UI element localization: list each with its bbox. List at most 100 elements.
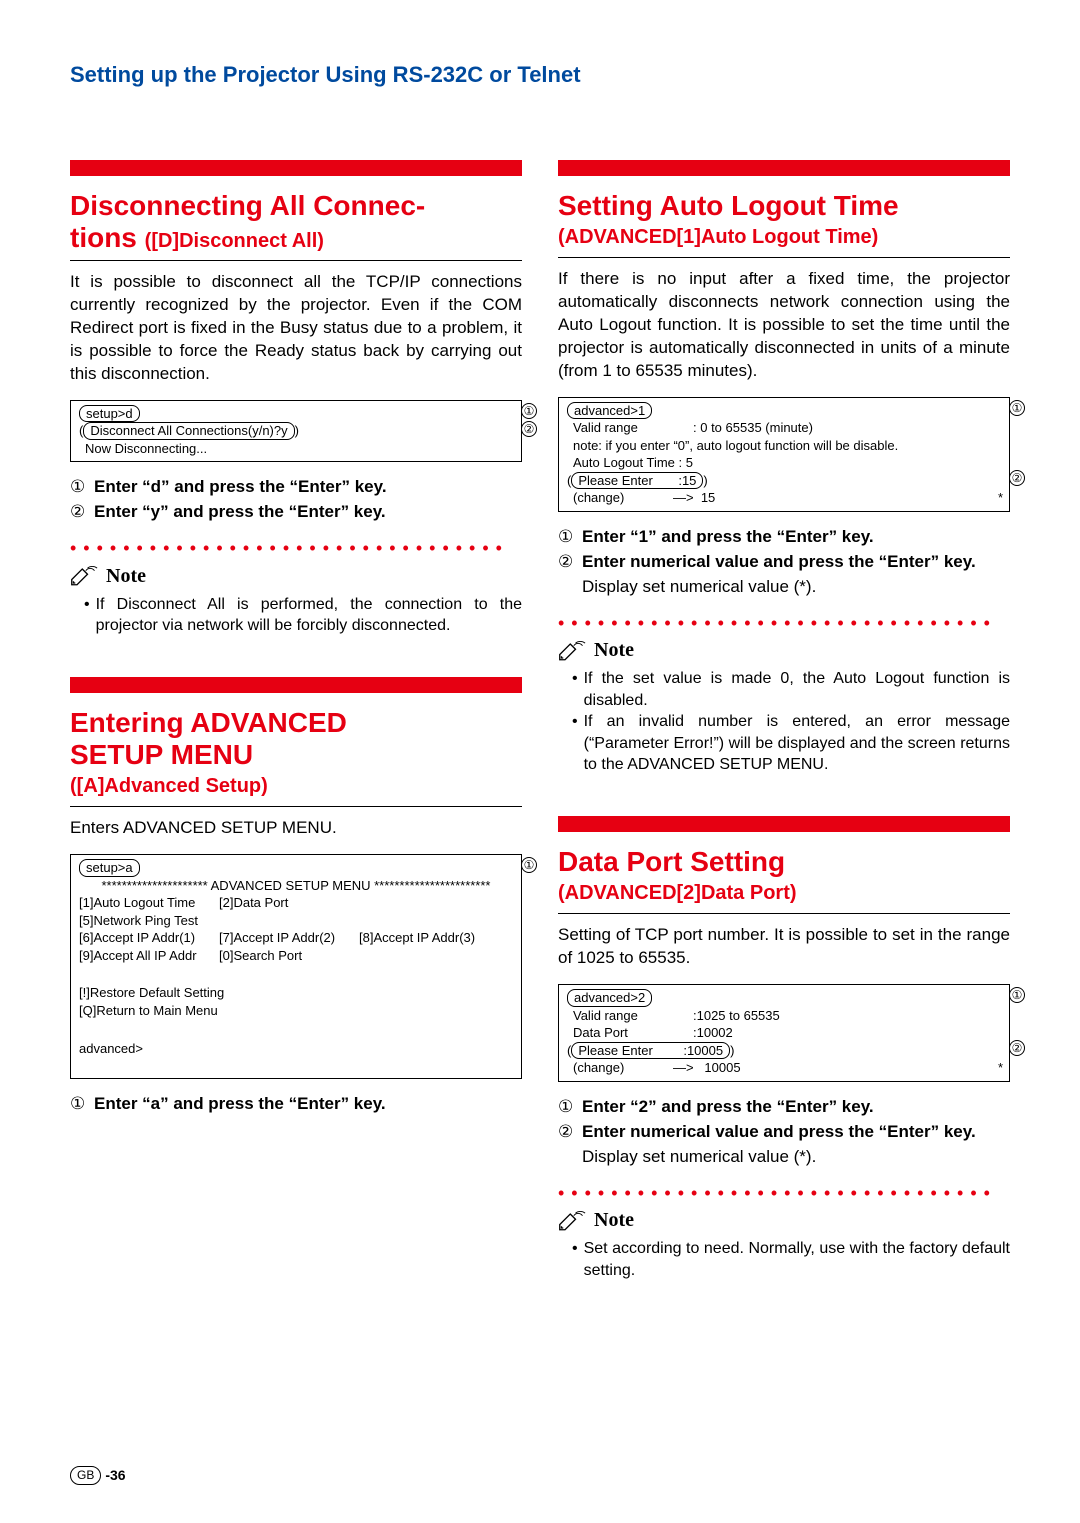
term-input: setup>a	[79, 859, 140, 877]
step-text: Enter “a” and press the “Enter” key.	[94, 1093, 522, 1116]
callout-1-icon: ①	[1009, 987, 1025, 1003]
steps: ①Enter “a” and press the “Enter” key.	[70, 1093, 522, 1116]
step-text: Display set numerical value (*).	[582, 576, 1010, 599]
menu-item: [9]Accept All IP Addr	[79, 947, 219, 965]
asterisk-icon: *	[998, 489, 1003, 507]
step-number-icon: ②	[70, 501, 88, 524]
section-body: If there is no input after a fixed time,…	[558, 268, 1010, 383]
red-bar	[70, 677, 522, 693]
term-value: —> 10005	[673, 1060, 741, 1075]
section-body: Enters ADVANCED SETUP MENU.	[70, 817, 522, 840]
term-label: (change)	[573, 489, 673, 507]
red-bar	[558, 816, 1010, 832]
step-number-icon: ②	[558, 551, 576, 574]
term-value: —> 15	[673, 490, 715, 505]
dot-separator: •••••••••••••••••••••••••••••••••	[558, 1181, 1010, 1205]
page-number: -36	[105, 1466, 125, 1485]
term-input: Please Enter:15	[571, 472, 703, 490]
menu-item: [8]Accept IP Addr(3)	[359, 930, 475, 945]
term-input: advanced>1	[567, 402, 652, 420]
note-label: Note	[594, 1207, 634, 1234]
section-subtitle: ([D]Disconnect All)	[145, 230, 324, 252]
terminal-auto-logout: advanced>1 ① Valid range: 0 to 65535 (mi…	[558, 397, 1010, 512]
term-output: ********************* ADVANCED SETUP MEN…	[79, 877, 513, 895]
section-body: Setting of TCP port number. It is possib…	[558, 924, 1010, 970]
term-value: : 0 to 65535 (minute)	[693, 420, 813, 435]
step-text: Enter numerical value and press the “Ent…	[582, 551, 1010, 574]
term-input: advanced>2	[567, 989, 652, 1007]
step-text: Enter “d” and press the “Enter” key.	[94, 476, 522, 499]
note-body: Set according to need. Normally, use wit…	[558, 1238, 1010, 1281]
callout-1-icon: ①	[521, 857, 537, 873]
red-bar	[70, 160, 522, 176]
steps: ① Enter “d” and press the “Enter” key. ②E…	[70, 476, 522, 524]
step-text: Enter “2” and press the “Enter” key.	[582, 1096, 1010, 1119]
dot-separator: •••••••••••••••••••••••••••••••••	[70, 536, 522, 560]
menu-item: [5]Network Ping Test	[79, 912, 513, 930]
term-input: Please Enter:10005	[571, 1042, 730, 1060]
step-number-icon: ①	[558, 1096, 576, 1119]
terminal-advanced-menu: setup>a ① ********************* ADVANCED…	[70, 854, 522, 1079]
note-text: If the set value is made 0, the Auto Log…	[584, 668, 1010, 711]
term-output: note: if you enter “0”, auto logout func…	[567, 437, 1001, 455]
section-subtitle: ([A]Advanced Setup)	[70, 773, 522, 800]
note-heading: Note	[558, 637, 1010, 664]
menu-item: [1]Auto Logout Time	[79, 894, 219, 912]
section-advanced-setup: Entering ADVANCED SETUP MENU ([A]Advance…	[70, 677, 522, 1116]
title-line: Entering ADVANCED	[70, 707, 347, 738]
step-number-icon: ①	[70, 476, 88, 499]
terminal-data-port: advanced>2 ① Valid range:1025 to 65535 D…	[558, 984, 1010, 1082]
gb-badge: GB	[70, 1466, 101, 1484]
section-title: Data Port Setting	[558, 846, 1010, 878]
callout-2-icon: ②	[521, 421, 537, 437]
note-label: Note	[106, 563, 146, 590]
term-input: setup>d	[79, 405, 140, 423]
steps: ①Enter “1” and press the “Enter” key. ②E…	[558, 526, 1010, 599]
asterisk-icon: *	[998, 1059, 1003, 1077]
term-label: (change)	[573, 1059, 673, 1077]
step-number-icon: ①	[558, 526, 576, 549]
note-text: Set according to need. Normally, use wit…	[584, 1238, 1010, 1281]
pencil-icon	[70, 565, 98, 587]
title-line: SETUP MENU	[70, 739, 253, 770]
step-text: Enter numerical value and press the “Ent…	[582, 1121, 1010, 1144]
note-label: Note	[594, 637, 634, 664]
section-subtitle: (ADVANCED[1]Auto Logout Time)	[558, 224, 1010, 251]
note-body: If Disconnect All is performed, the conn…	[70, 594, 522, 637]
callout-1-icon: ①	[1009, 400, 1025, 416]
term-value: :10002	[693, 1025, 733, 1040]
rule	[558, 257, 1010, 258]
left-column: Disconnecting All Connec-tions ([D]Disco…	[70, 160, 522, 1322]
note-text: If an invalid number is entered, an erro…	[584, 711, 1010, 776]
callout-2-icon: ②	[1009, 470, 1025, 486]
section-body: It is possible to disconnect all the TCP…	[70, 271, 522, 386]
section-auto-logout: Setting Auto Logout Time (ADVANCED[1]Aut…	[558, 160, 1010, 776]
note-body: If the set value is made 0, the Auto Log…	[558, 668, 1010, 776]
rule	[70, 260, 522, 261]
section-title: Entering ADVANCED SETUP MENU	[70, 707, 522, 771]
step-text: Enter “y” and press the “Enter” key.	[94, 501, 522, 524]
term-label: Valid range	[573, 1007, 693, 1025]
menu-item: [!]Restore Default Setting	[79, 984, 513, 1002]
term-output: Now Disconnecting...	[79, 440, 513, 458]
section-title: Disconnecting All Connec-tions ([D]Disco…	[70, 190, 522, 254]
section-data-port: Data Port Setting (ADVANCED[2]Data Port)…	[558, 816, 1010, 1281]
term-output: Auto Logout Time : 5	[567, 454, 1001, 472]
pencil-icon	[558, 640, 586, 662]
callout-1-icon: ①	[521, 403, 537, 419]
pencil-icon	[558, 1210, 586, 1232]
right-column: Setting Auto Logout Time (ADVANCED[1]Aut…	[558, 160, 1010, 1322]
term-prompt: advanced>	[79, 1040, 513, 1058]
note-text: If Disconnect All is performed, the conn…	[96, 594, 522, 637]
note-heading: Note	[558, 1207, 1010, 1234]
term-value: :1025 to 65535	[693, 1008, 780, 1023]
dot-separator: •••••••••••••••••••••••••••••••••	[558, 611, 1010, 635]
red-bar	[558, 160, 1010, 176]
step-text: Display set numerical value (*).	[582, 1146, 1010, 1169]
term-label: Valid range	[573, 419, 693, 437]
steps: ①Enter “2” and press the “Enter” key. ②E…	[558, 1096, 1010, 1169]
note-heading: Note	[70, 563, 522, 590]
term-input: Disconnect All Connections(y/n)?y	[83, 422, 294, 440]
rule	[558, 913, 1010, 914]
term-label: Data Port	[573, 1024, 693, 1042]
